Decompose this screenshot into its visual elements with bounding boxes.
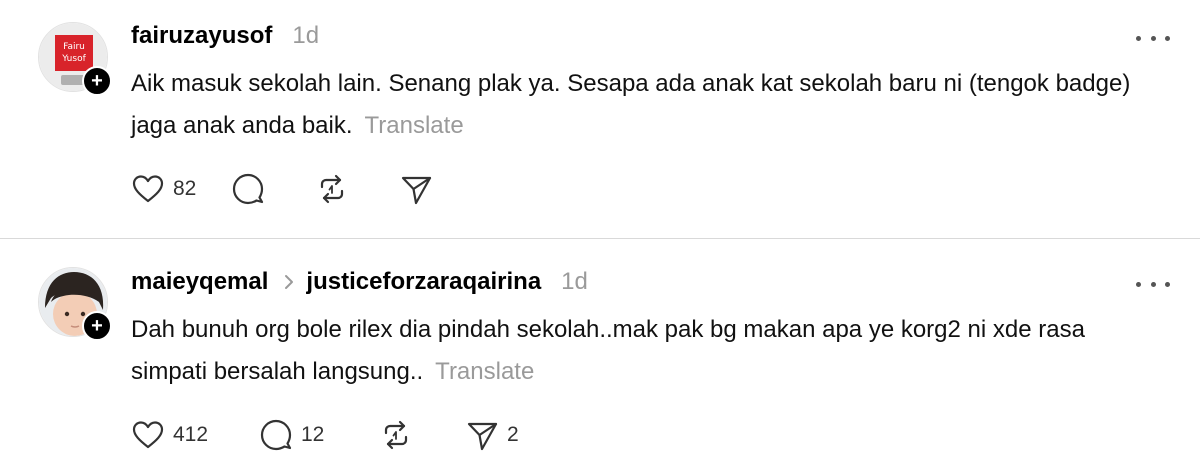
- like-button[interactable]: 82: [131, 173, 231, 205]
- reply-to-username[interactable]: justiceforzaraqairina: [306, 268, 541, 296]
- reply-count: 12: [301, 423, 325, 446]
- translate-link[interactable]: Translate: [365, 112, 464, 139]
- svg-text:Yusof: Yusof: [61, 54, 86, 64]
- repost-icon: [384, 420, 408, 450]
- post-body: Aik masuk sekolah lain. Senang plak ya. …: [131, 70, 1131, 139]
- post-card: Fairu Yusof + fairuzayusof 1d Aik masuk …: [0, 0, 1200, 238]
- send-icon: [467, 422, 498, 451]
- post-header: fairuzayusof 1d: [131, 20, 319, 52]
- username[interactable]: maieyqemal: [131, 268, 268, 296]
- action-bar: 412 12 2: [131, 417, 519, 453]
- username[interactable]: fairuzayusof: [131, 22, 272, 50]
- share-button[interactable]: [399, 172, 433, 206]
- post-card: + maieyqemal justiceforzaraqairina 1d Da…: [0, 239, 1200, 471]
- avatar[interactable]: Fairu Yusof +: [38, 22, 112, 96]
- heart-icon: [132, 175, 164, 203]
- reply-button[interactable]: 12: [259, 418, 379, 452]
- share-button[interactable]: 2: [465, 418, 519, 452]
- translate-link[interactable]: Translate: [435, 358, 534, 385]
- chevron-right-icon: [284, 274, 294, 290]
- heart-icon: [132, 421, 164, 449]
- repost-icon: [320, 174, 344, 204]
- send-icon: [401, 176, 432, 205]
- repost-button[interactable]: [315, 172, 399, 206]
- follow-plus-icon[interactable]: +: [82, 311, 112, 341]
- timestamp[interactable]: 1d: [292, 22, 319, 50]
- more-options-icon[interactable]: [1136, 274, 1170, 294]
- post-body: Dah bunuh org bole rilex dia pindah seko…: [131, 316, 1085, 385]
- comment-icon: [260, 419, 292, 451]
- follow-plus-icon[interactable]: +: [82, 66, 112, 96]
- timestamp[interactable]: 1d: [561, 268, 588, 296]
- like-count: 412: [173, 423, 209, 446]
- post-header: maieyqemal justiceforzaraqairina 1d: [131, 266, 588, 298]
- avatar[interactable]: +: [38, 267, 112, 341]
- action-bar: 82: [131, 171, 433, 207]
- like-count: 82: [173, 177, 197, 200]
- repost-button[interactable]: [379, 418, 465, 452]
- post-text: Dah bunuh org bole rilex dia pindah seko…: [131, 309, 1131, 393]
- post-text: Aik masuk sekolah lain. Senang plak ya. …: [131, 63, 1131, 147]
- reply-button[interactable]: [231, 172, 315, 206]
- like-button[interactable]: 412: [131, 419, 259, 451]
- comment-icon: [232, 173, 264, 205]
- share-count: 2: [507, 423, 519, 446]
- more-options-icon[interactable]: [1136, 28, 1170, 48]
- svg-text:Fairu: Fairu: [63, 42, 85, 52]
